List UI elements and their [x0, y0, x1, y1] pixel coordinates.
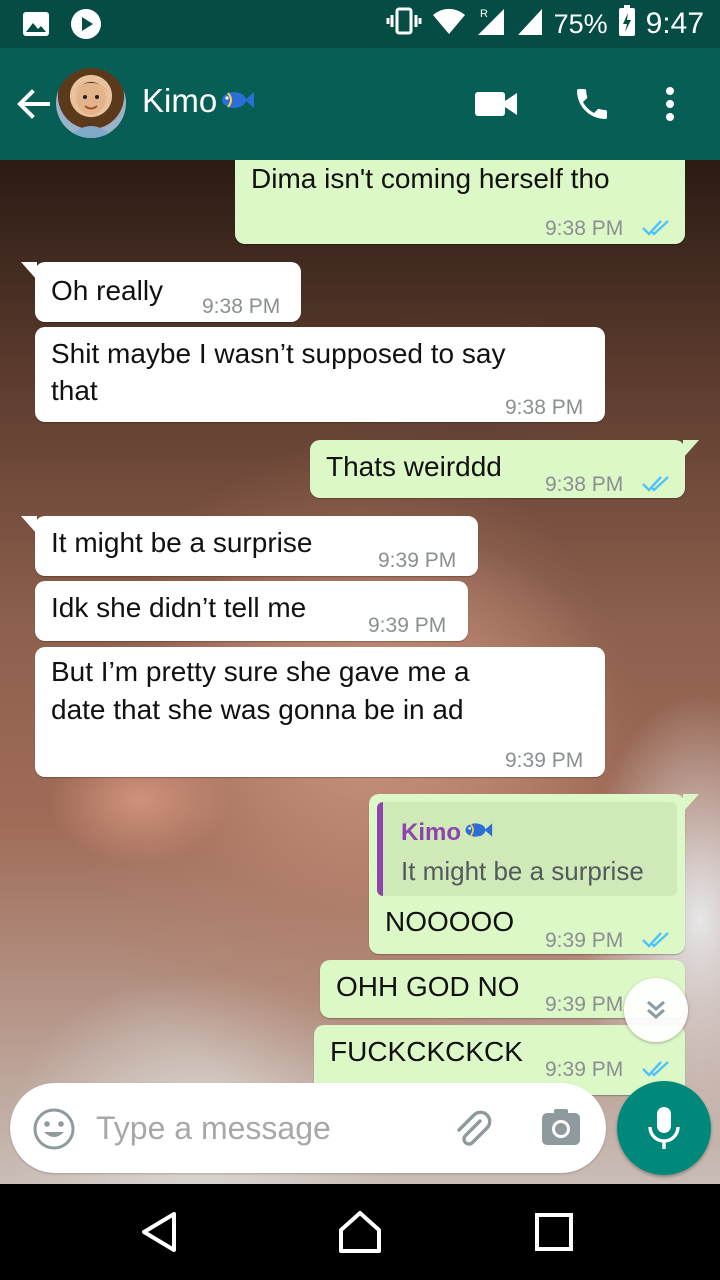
bubble-tail [683, 440, 699, 458]
chat-area[interactable]: Dima isn't coming herself tho 9:38 PM Oh… [0, 160, 720, 1184]
read-ticks-icon [641, 922, 671, 960]
message-text: Oh really [51, 275, 164, 306]
message-incoming[interactable]: But I’m pretty sure she gave me a date t… [35, 647, 605, 777]
back-arrow-icon[interactable] [14, 84, 54, 124]
vibrate-icon [386, 7, 422, 42]
microphone-icon [648, 1107, 680, 1149]
quoted-author-text: Kimo [401, 819, 461, 846]
message-time: 9:38 PM [202, 295, 281, 318]
read-ticks-icon [641, 210, 671, 248]
message-input[interactable] [96, 1105, 376, 1151]
message-text: Idk she didn’t tell me [51, 592, 307, 623]
emoji-icon[interactable] [32, 1107, 76, 1156]
message-incoming[interactable]: It might be a surprise 9:39 PM [21, 516, 478, 576]
bubble-tail [21, 262, 37, 280]
message-outgoing[interactable]: Thats weirddd 9:38 PM [310, 440, 699, 498]
battery-percent: 75% [553, 8, 608, 39]
voice-message-button[interactable] [617, 1081, 711, 1175]
message-time: 9:39 PM [368, 614, 447, 637]
nav-home-icon[interactable] [336, 1208, 384, 1256]
message-text: NOOOOO [385, 906, 515, 937]
bubble-tail [683, 794, 699, 812]
chat-header: Kimo [0, 48, 720, 160]
message-text-line-2: date that she was gonna be in ad [51, 694, 464, 725]
image-icon [22, 11, 50, 42]
fish-emoji-icon [463, 814, 493, 852]
signal-roaming-icon: R [476, 6, 506, 43]
message-text: Thats weirddd [326, 451, 502, 482]
message-outgoing[interactable]: Dima isn't coming herself tho 9:38 PM [235, 160, 685, 244]
scroll-to-bottom-button[interactable] [624, 978, 688, 1042]
video-call-icon[interactable] [474, 88, 518, 125]
message-text: FUCKCKCKCK [330, 1036, 523, 1067]
message-time: 9:39 PM [545, 929, 624, 952]
quoted-author: Kimo [401, 814, 493, 852]
contact-name-text: Kimo [142, 82, 218, 119]
message-time: 9:38 PM [545, 473, 624, 496]
contact-name[interactable]: Kimo [142, 82, 255, 120]
message-time: 9:38 PM [545, 217, 624, 240]
quoted-text: It might be a surprise [401, 856, 644, 886]
status-bar: R 75% 9:47 [0, 0, 720, 48]
signal-icon [516, 6, 544, 43]
bubble-tail [21, 516, 37, 534]
read-ticks-icon [641, 466, 671, 504]
nav-recents-icon[interactable] [530, 1208, 578, 1256]
message-text-line-1: But I’m pretty sure she gave me a [51, 656, 470, 687]
more-vert-icon[interactable] [664, 86, 676, 127]
message-time: 9:39 PM [505, 749, 584, 772]
camera-icon[interactable] [540, 1107, 582, 1154]
message-incoming[interactable]: Shit maybe I wasn’t supposed to say that… [35, 327, 605, 422]
battery-charging-icon [618, 4, 636, 44]
paperclip-icon[interactable] [450, 1107, 494, 1156]
message-text-line-2: that [51, 375, 98, 406]
message-text: It might be a surprise [51, 527, 313, 558]
double-chevron-down-icon [647, 1000, 665, 1019]
play-icon [70, 8, 102, 45]
navigation-bar [0, 1184, 720, 1280]
message-incoming[interactable]: Oh really 9:38 PM [21, 262, 301, 322]
fish-emoji-icon [219, 82, 255, 120]
message-text-line-1: Shit maybe I wasn’t supposed to say [51, 338, 506, 369]
message-incoming[interactable]: Idk she didn’t tell me 9:39 PM [35, 581, 468, 641]
message-outgoing-reply[interactable]: Kimo It might be a surprise NOOOOO 9:39 … [369, 794, 699, 954]
message-time: 9:38 PM [505, 396, 584, 419]
message-text: Dima isn't coming herself tho [251, 163, 610, 194]
status-time: 9:47 [645, 7, 704, 40]
quoted-message[interactable]: Kimo It might be a surprise [377, 802, 677, 896]
message-text: OHH GOD NO [336, 971, 520, 1002]
nav-back-icon[interactable] [136, 1208, 184, 1256]
avatar[interactable] [56, 68, 126, 138]
message-time: 9:39 PM [378, 549, 457, 572]
message-time: 9:39 PM [545, 993, 624, 1016]
svg-text:R: R [480, 8, 488, 20]
message-composer [10, 1083, 606, 1173]
wifi-icon [432, 7, 466, 42]
phone-icon[interactable] [572, 84, 612, 129]
